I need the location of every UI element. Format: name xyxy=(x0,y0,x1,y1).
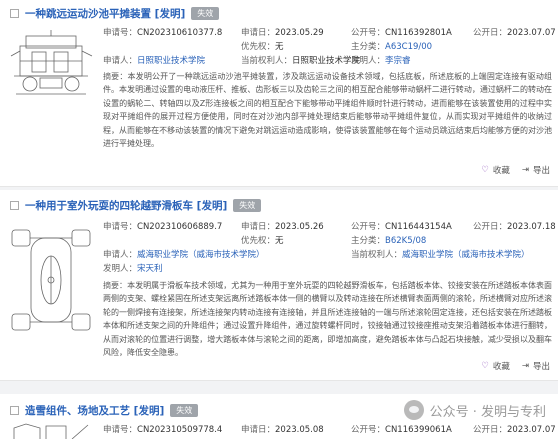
app-no-value: CN202310509778.4 xyxy=(137,425,223,435)
pub-date-value: 2023.07.18 xyxy=(507,222,556,232)
patent-header: 一种用于室外玩耍的四轮越野滑板车 [发明] 失效 xyxy=(10,198,262,213)
favorite-button[interactable]: ♡ 收藏 xyxy=(481,164,510,176)
app-date-label: 申请日： xyxy=(241,425,276,435)
patent-header: 一种跳远运动沙池平摊装置 [发明] 失效 xyxy=(10,6,220,21)
pub-no-value: CN116392801A xyxy=(385,28,452,38)
pub-no-label: 公开号： xyxy=(351,222,386,232)
patent-meta: 申请号：CN202310610377.8 申请日：2023.05.29 公开号：… xyxy=(103,27,556,181)
abstract-label: 摘要： xyxy=(103,281,128,290)
app-no-value: CN202310610377.8 xyxy=(137,28,223,38)
app-no-value: CN202310606889.7 xyxy=(137,222,223,232)
main-class-link[interactable]: B62K5/08 xyxy=(385,236,426,246)
applicant-link[interactable]: 日照职业技术学院 xyxy=(137,56,205,66)
patentee-label: 当前权利人： xyxy=(351,250,403,260)
abstract-text: 摘要：本发明公开了一种跳远运动沙池平摊装置，涉及跳远运动设备技术领域，包括底板，… xyxy=(103,70,552,164)
patent-title[interactable]: 一种用于室外玩耍的四轮越野滑板车 [发明] xyxy=(25,198,227,213)
patent-title[interactable]: 一种跳远运动沙池平摊装置 [发明] xyxy=(25,6,185,21)
abstract-body: 本发明公开了一种跳远运动沙池平摊装置，涉及跳远运动设备技术领域，包括底板，所述底… xyxy=(103,72,552,149)
pub-no-value: CN116399061A xyxy=(385,425,452,435)
patentee-link[interactable]: 威海职业学院（威海市技术学院） xyxy=(402,250,530,260)
select-checkbox[interactable] xyxy=(10,201,19,210)
abstract-body: 本发明属于滑板车技术领域，尤其为一种用于室外玩耍的四轮越野滑板车，包括踏板本体、… xyxy=(103,281,552,358)
watermark: 公众号 · 发明与专利 xyxy=(403,400,546,420)
patent-card: 一种用于室外玩耍的四轮越野滑板车 [发明] 失效 申请号：CN202310606… xyxy=(0,190,558,381)
select-checkbox[interactable] xyxy=(10,9,19,18)
abstract-text: 摘要：本发明属于滑板车技术领域，尤其为一种用于室外玩耍的四轮越野滑板车，包括踏板… xyxy=(103,279,552,373)
favorite-label: 收藏 xyxy=(492,362,510,372)
app-no-label: 申请号： xyxy=(103,222,138,232)
card-actions: ♡ 收藏 ⇥ 导出 xyxy=(481,360,550,372)
patent-meta: 申请号：CN202310509778.4 申请日：2023.05.08 公开号：… xyxy=(103,424,556,438)
status-badge: 失效 xyxy=(170,404,199,417)
patent-meta: 申请号：CN202310606889.7 申请日：2023.05.26 公开号：… xyxy=(103,221,556,375)
priority-value: 无 xyxy=(275,236,284,246)
export-label: 导出 xyxy=(532,362,550,372)
app-date-label: 申请日： xyxy=(241,28,276,38)
status-badge: 失效 xyxy=(191,7,220,20)
app-date-value: 2023.05.29 xyxy=(275,28,324,38)
pub-date-label: 公开日： xyxy=(473,222,508,232)
main-class-label: 主分类： xyxy=(351,236,386,246)
patent-card: 一种跳远运动沙池平摊装置 [发明] 失效 申请号：CN202310610377.… xyxy=(0,0,558,187)
abstract-label: 摘要： xyxy=(103,72,128,81)
watermark-text: 公众号 · 发明与专利 xyxy=(429,404,546,420)
patent-title[interactable]: 造雪组件、场地及工艺 [发明] xyxy=(25,403,164,418)
select-checkbox[interactable] xyxy=(10,406,19,415)
favorite-label: 收藏 xyxy=(492,166,510,176)
main-class-label: 主分类： xyxy=(351,42,386,52)
app-no-label: 申请号： xyxy=(103,28,138,38)
patent-drawing[interactable] xyxy=(6,422,96,439)
patent-drawing[interactable] xyxy=(6,26,96,104)
inventor-label: 发明人： xyxy=(351,56,386,66)
heart-icon: ♡ xyxy=(481,361,489,371)
patentee-value: 日照职业技术学院 xyxy=(292,56,361,66)
status-badge: 失效 xyxy=(233,199,262,212)
pub-no-label: 公开号： xyxy=(351,28,386,38)
heart-icon: ♡ xyxy=(481,165,489,175)
app-date-value: 2023.05.26 xyxy=(275,222,324,232)
patent-header: 造雪组件、场地及工艺 [发明] 失效 xyxy=(10,403,199,418)
patentee-label: 当前权利人： xyxy=(241,56,293,66)
applicant-label: 申请人： xyxy=(103,250,138,260)
favorite-button[interactable]: ♡ 收藏 xyxy=(481,360,510,372)
app-date-label: 申请日： xyxy=(241,222,276,232)
main-class-link[interactable]: A63C19/00 xyxy=(385,42,432,52)
applicant-link[interactable]: 威海职业学院（威海市技术学院） xyxy=(137,250,265,260)
inventor-label: 发明人： xyxy=(103,264,138,274)
wechat-icon xyxy=(403,400,424,420)
pub-no-label: 公开号： xyxy=(351,425,386,435)
export-button[interactable]: ⇥ 导出 xyxy=(522,360,550,372)
applicant-label: 申请人： xyxy=(103,56,138,66)
pub-date-label: 公开日： xyxy=(473,28,508,38)
pub-date-value: 2023.07.07 xyxy=(507,425,556,435)
inventor-link[interactable]: 宋天利 xyxy=(137,264,163,274)
patent-drawing[interactable] xyxy=(6,220,96,340)
priority-label: 优先权： xyxy=(241,236,276,246)
app-no-label: 申请号： xyxy=(103,425,138,435)
card-actions: ♡ 收藏 ⇥ 导出 xyxy=(481,164,550,176)
export-button[interactable]: ⇥ 导出 xyxy=(522,164,550,176)
priority-label: 优先权： xyxy=(241,42,276,52)
pub-date-label: 公开日： xyxy=(473,425,508,435)
export-label: 导出 xyxy=(532,166,550,176)
export-icon: ⇥ xyxy=(521,361,529,371)
pub-date-value: 2023.07.07 xyxy=(507,28,556,38)
priority-value: 无 xyxy=(275,42,284,52)
inventor-link[interactable]: 李宗睿 xyxy=(385,56,411,66)
pub-no-value: CN116443154A xyxy=(385,222,452,232)
app-date-value: 2023.05.08 xyxy=(275,425,324,435)
export-icon: ⇥ xyxy=(521,165,529,175)
